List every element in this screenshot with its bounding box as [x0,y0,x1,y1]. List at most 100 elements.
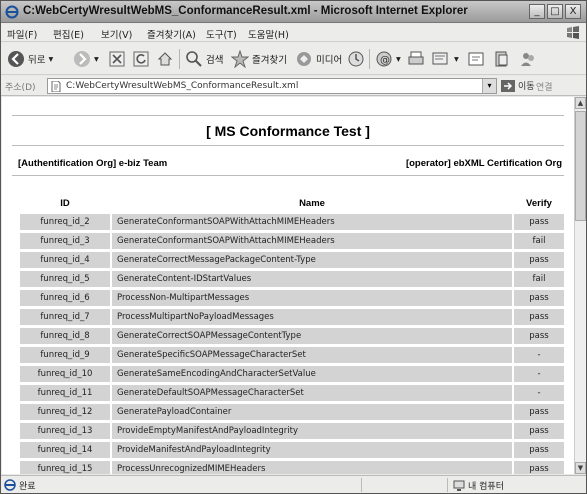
cell-name: GenerateCorrectMessagePackageContent-Typ… [112,252,512,268]
menu-bar: 파일(F) 편집(E) 보기(V) 즐겨찾기(A) 도구(T) 도움말(H) [1,24,586,42]
table-row: funreq_id_11 GenerateDefaultSOAPMessageCh… [20,385,564,401]
cell-id: funreq_id_15 [20,461,110,474]
menu-help[interactable]: 도움말(H) [248,27,289,41]
status-bar: 완료 내 컴퓨터 [1,475,586,493]
media-label: 미디어 [316,55,343,66]
cell-id: funreq_id_11 [20,385,110,401]
table-row: funreq_id_9 GenerateSpecificSOAPMessageCh… [20,347,564,363]
page-done-icon [4,479,16,491]
divider [12,145,564,146]
forward-button[interactable]: ▾ [73,49,99,69]
table-row: funreq_id_10 GenerateSameEncodingAndChara… [20,366,564,382]
column-header-name: Name [112,195,512,211]
status-divider [361,478,362,492]
scroll-up-icon[interactable]: ▲ [575,97,586,109]
menu-edit[interactable]: 편집(E) [53,27,84,41]
operator-org: [operator] ebXML Certification Org [405,158,562,169]
cell-id: funreq_id_6 [20,290,110,306]
menu-file[interactable]: 파일(F) [7,27,37,41]
messenger-button[interactable] [519,49,537,69]
cell-name: GenerateConformantSOAPWithAttachMIMEHead… [112,214,512,230]
discuss-button[interactable] [467,49,485,69]
refresh-button[interactable] [133,49,149,69]
messenger-icon [521,53,534,66]
edit-button[interactable]: ▾ [431,49,459,69]
cell-verify: pass [514,214,564,230]
cell-name: ProcessUnrecognizedMIMEHeaders [112,461,512,474]
back-dropdown-icon[interactable]: ▾ [48,54,53,65]
address-bar: 주소(D) C:WebCertyWresultWebMS_Conformance… [1,76,586,96]
media-icon [297,52,311,66]
cell-id: funreq_id_4 [20,252,110,268]
mail-icon: @ [376,51,392,67]
mail-dropdown-icon[interactable]: ▾ [396,54,401,65]
cell-id: funreq_id_3 [20,233,110,249]
print-icon [408,51,424,65]
edit-dropdown-icon[interactable]: ▾ [454,54,459,65]
table-row: funreq_id_14 ProvideManifestAndPayloadInt… [20,442,564,458]
cell-verify: pass [514,404,564,420]
zone-label: 내 컴퓨터 [468,482,504,492]
close-button[interactable]: X [565,4,581,19]
table-header-row: ID Name Verify [20,195,564,211]
conformance-table: ID Name Verify funreq_id_2 GenerateConfor… [18,192,566,474]
home-button[interactable] [157,49,173,69]
minimize-button[interactable]: _ [529,4,545,19]
menu-view[interactable]: 보기(V) [101,27,132,41]
menu-tools[interactable]: 도구(T) [206,27,237,41]
toolbar: 뒤로 ▾ ▾ 검색 즐겨찾기 미디어 @ ▾ ▾ [1,43,586,75]
history-button[interactable] [347,49,365,69]
page-title: [ MS Conformance Test ] [206,123,370,139]
forward-arrow-icon [74,51,90,67]
cell-verify: - [514,366,564,382]
star-icon [231,50,249,68]
print-button[interactable] [407,49,425,69]
cell-verify: pass [514,442,564,458]
menu-favorites[interactable]: 즐겨찾기(A) [147,27,196,41]
cell-id: funreq_id_14 [20,442,110,458]
windows-flag-icon [567,26,579,39]
cell-id: funreq_id_13 [20,423,110,439]
media-button[interactable]: 미디어 [295,49,342,69]
scroll-thumb[interactable] [575,111,586,221]
table-row: funreq_id_4 GenerateCorrectMessagePackage… [20,252,564,268]
search-label: 검색 [206,55,224,66]
maximize-button[interactable]: □ [547,4,563,19]
scroll-down-icon[interactable]: ▼ [575,462,586,474]
security-zone: 내 컴퓨터 [453,479,504,492]
search-icon [186,51,202,67]
status-text: 완료 [19,482,36,492]
back-button[interactable]: 뒤로 ▾ [7,49,53,69]
go-button[interactable]: 이동 [501,79,535,92]
cell-verify: fail [514,233,564,249]
address-input[interactable]: C:WebCertyWresultWebMS_ConformanceResult… [47,78,497,94]
mail-button[interactable]: @ ▾ [375,49,401,69]
table-row: funreq_id_7 ProcessMultipartNoPayloadMess… [20,309,564,325]
research-button[interactable] [493,49,511,69]
forward-dropdown-icon[interactable]: ▾ [94,54,99,65]
title-bar: C:WebCertyWresultWebMS_ConformanceResult… [1,1,586,23]
cell-verify: pass [514,309,564,325]
address-label: 주소(D) [5,83,36,93]
links-label[interactable]: 연결 [536,80,553,93]
svg-text:@: @ [380,55,390,66]
back-label: 뒤로 [28,55,46,66]
column-header-id: ID [20,195,110,211]
back-arrow-icon [8,51,24,67]
favorites-button[interactable]: 즐겨찾기 [231,49,287,69]
discuss-icon [468,52,484,66]
table-row: funreq_id_3 GenerateConformantSOAPWithAtt… [20,233,564,249]
search-button[interactable]: 검색 [185,49,223,69]
cell-id: funreq_id_5 [20,271,110,287]
cell-name: GenerateContent-IDStartValues [112,271,512,287]
table-row: funreq_id_8 GenerateCorrectSOAPMessageCon… [20,328,564,344]
table-row: funreq_id_2 GenerateConformantSOAPWithAtt… [20,214,564,230]
vertical-scrollbar[interactable]: ▲ ▼ [574,97,586,474]
stop-button[interactable] [109,49,125,69]
address-dropdown-icon[interactable]: ▾ [482,79,496,93]
go-label: 이동 [518,82,535,92]
table-row: funreq_id_6 ProcessNon-MultipartMessages p… [20,290,564,306]
divider [12,115,564,116]
cell-verify: pass [514,252,564,268]
cell-name: GenerateSpecificSOAPMessageCharacterSet [112,347,512,363]
